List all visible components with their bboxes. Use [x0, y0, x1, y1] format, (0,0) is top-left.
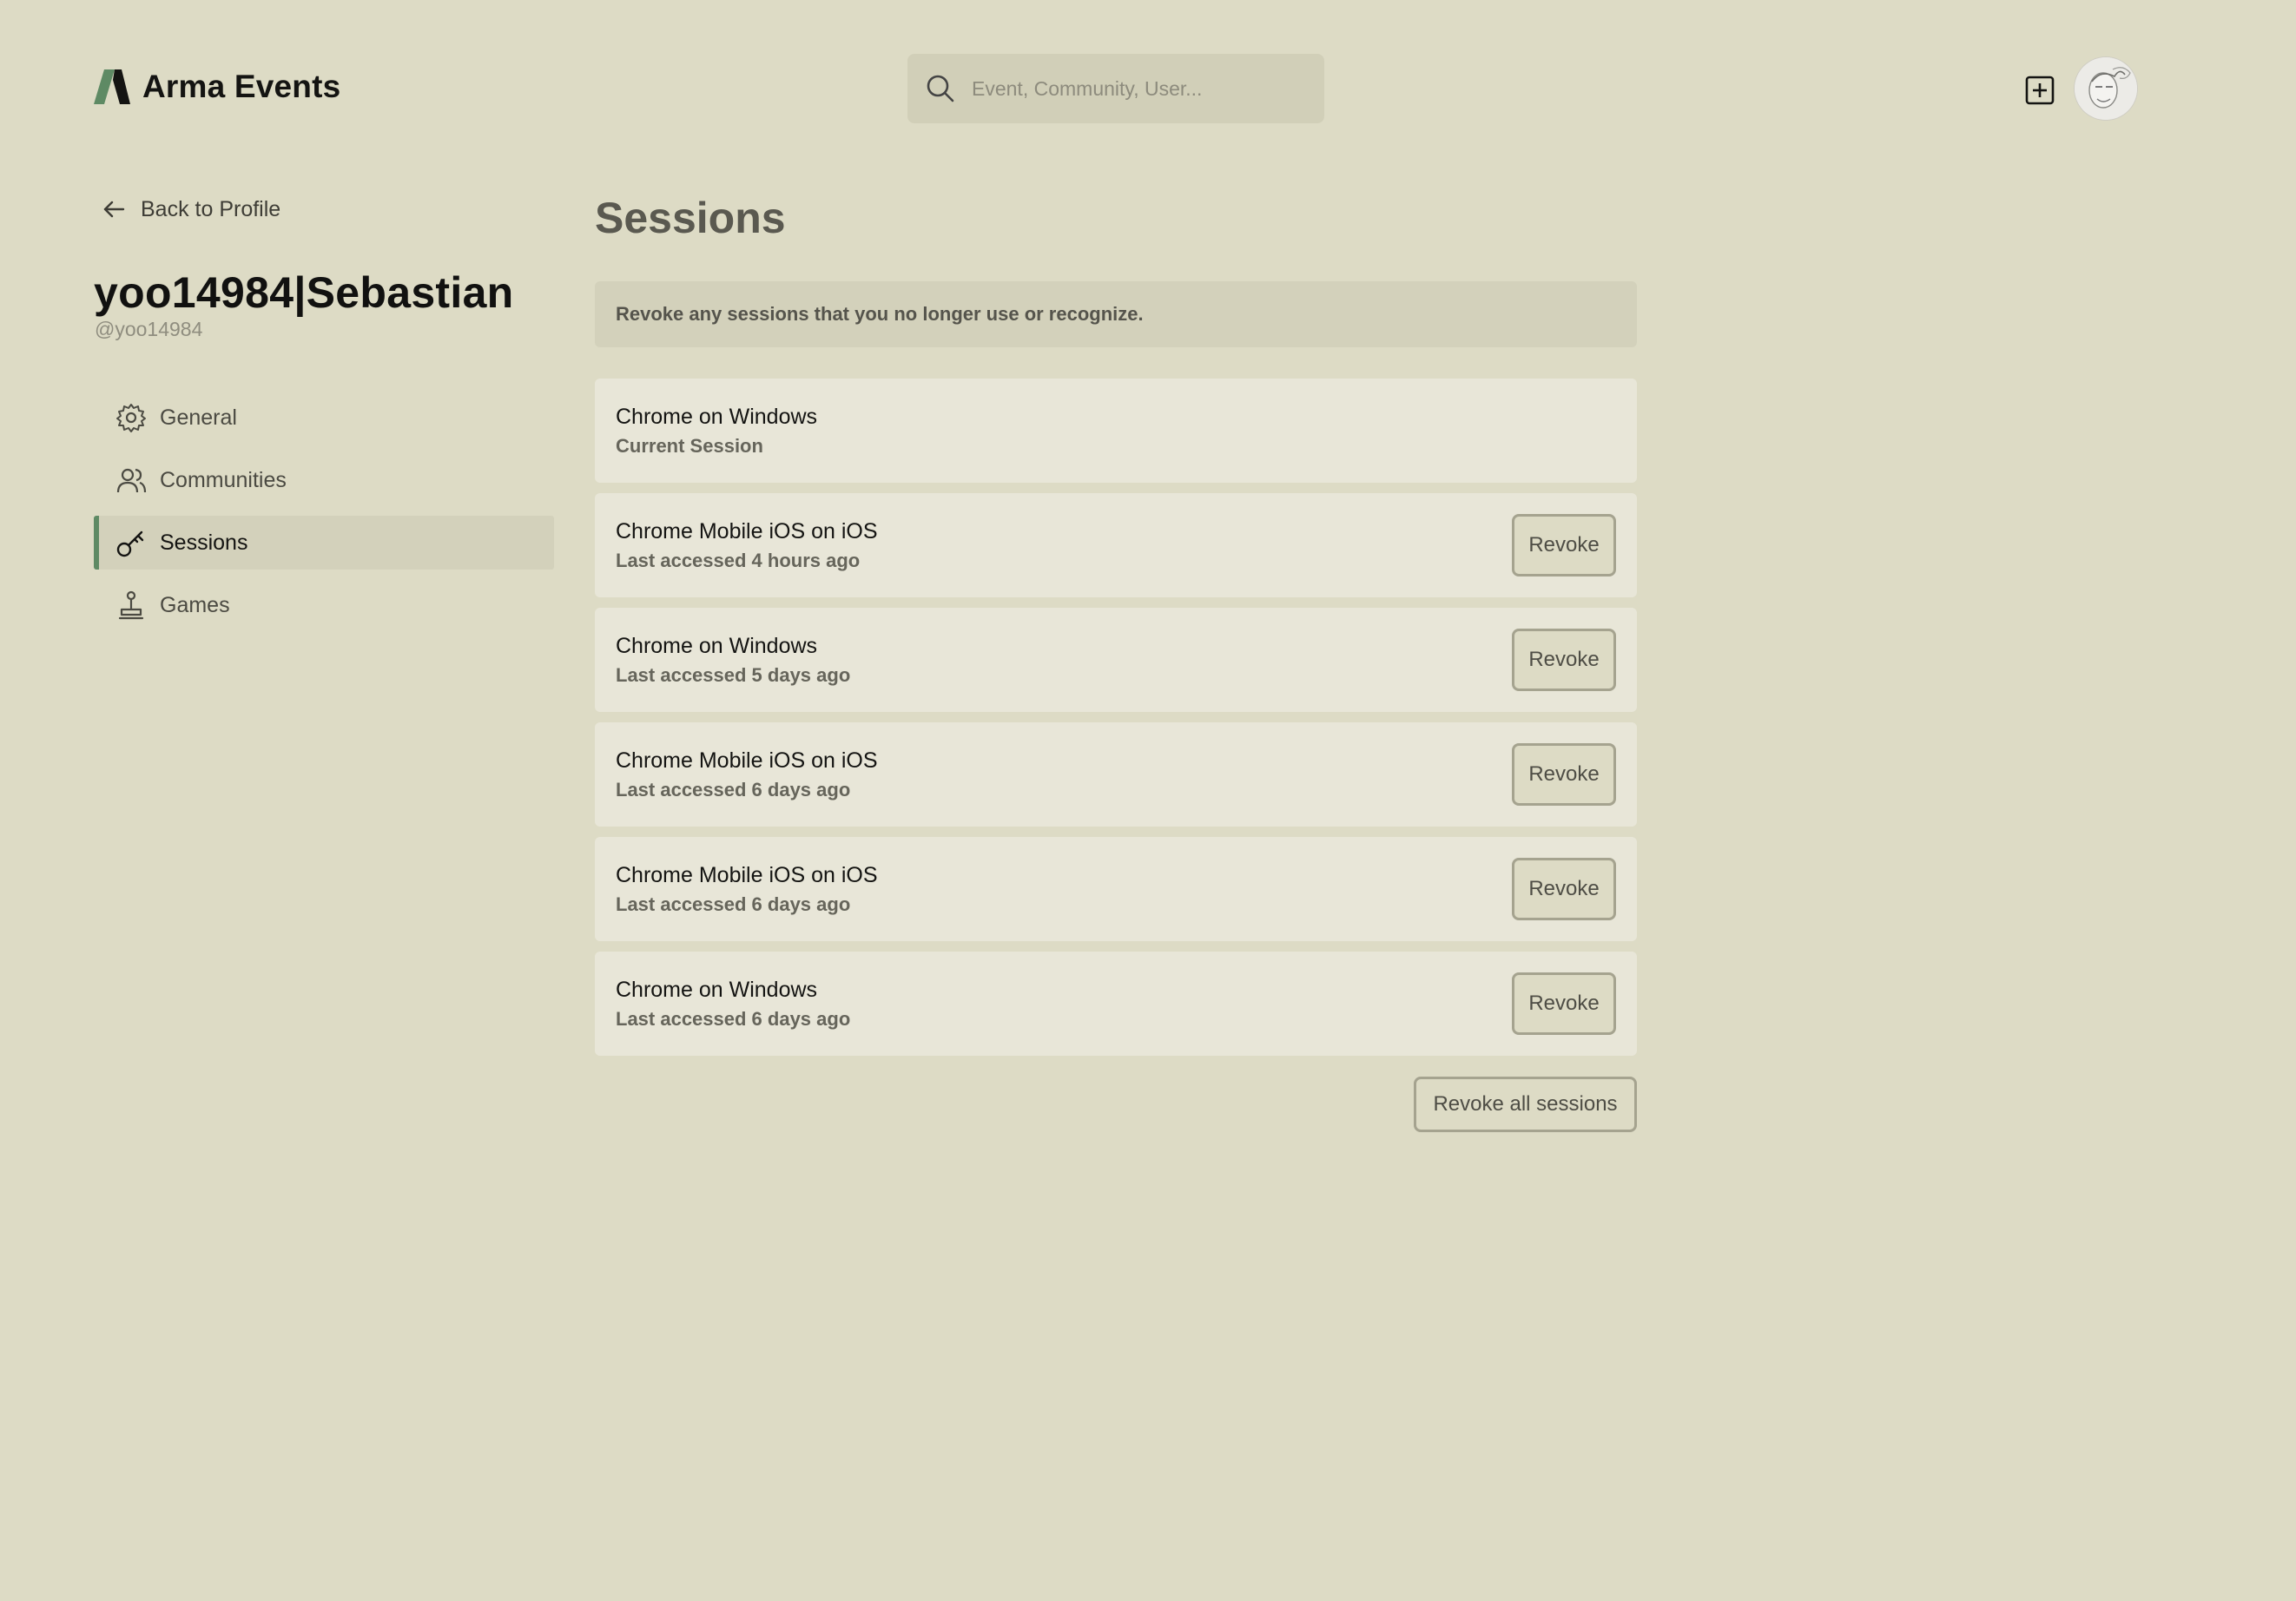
key-icon — [116, 530, 144, 557]
session-card: Chrome Mobile iOS on iOS Last accessed 4… — [595, 493, 1637, 597]
session-device: Chrome on Windows — [616, 404, 818, 429]
revoke-session-button[interactable]: Revoke — [1512, 858, 1616, 920]
plus-square-icon — [2025, 76, 2055, 105]
revoke-all-sessions-button[interactable]: Revoke all sessions — [1414, 1077, 1637, 1132]
back-link-label: Back to Profile — [141, 196, 281, 221]
session-device: Chrome Mobile iOS on iOS — [616, 518, 878, 544]
search-input[interactable] — [972, 76, 1302, 101]
sidebar-item-label: General — [160, 405, 237, 430]
session-card: Chrome Mobile iOS on iOS Last accessed 6… — [595, 837, 1637, 941]
users-icon — [116, 468, 147, 493]
sidebar-item-games[interactable]: Games — [94, 578, 554, 632]
revoke-session-button[interactable]: Revoke — [1512, 743, 1616, 806]
session-meta: Last accessed 5 days ago — [616, 663, 851, 686]
app-name: Arma Events — [142, 69, 341, 104]
sidebar-item-label: Sessions — [160, 530, 248, 555]
avatar[interactable] — [2075, 57, 2137, 120]
revoke-session-button[interactable]: Revoke — [1512, 629, 1616, 691]
sidebar-item-general[interactable]: General — [94, 391, 554, 445]
back-to-profile-link[interactable]: Back to Profile — [101, 196, 280, 222]
sidebar-item-communities[interactable]: Communities — [94, 453, 554, 507]
revoke-session-button[interactable]: Revoke — [1512, 514, 1616, 576]
joystick-icon — [118, 590, 144, 620]
search-icon — [927, 75, 954, 102]
create-button[interactable] — [2024, 75, 2055, 106]
session-device: Chrome on Windows — [616, 977, 818, 1002]
profile-handle: @yoo14984 — [95, 318, 203, 340]
session-meta: Last accessed 4 hours ago — [616, 549, 861, 571]
session-meta: Current Session — [616, 434, 763, 457]
page-title: Sessions — [595, 194, 786, 242]
profile-name: yoo14984|Sebastian — [94, 268, 514, 317]
session-device: Chrome Mobile iOS on iOS — [616, 862, 878, 887]
search-bar[interactable] — [907, 54, 1324, 123]
user-avatar-icon — [2075, 57, 2137, 120]
arrow-left-icon — [103, 201, 125, 218]
session-card-current: Chrome on Windows Current Session — [595, 379, 1637, 483]
sidebar-item-sessions[interactable]: Sessions — [94, 516, 554, 570]
session-meta: Last accessed 6 days ago — [616, 1007, 851, 1030]
sessions-list: Chrome on Windows Current Session Chrome… — [595, 379, 1637, 1066]
revoke-session-button[interactable]: Revoke — [1512, 972, 1616, 1035]
session-card: Chrome on Windows Last accessed 5 days a… — [595, 608, 1637, 712]
settings-nav: General Communities Sessions Games — [94, 391, 554, 641]
sidebar-item-label: Communities — [160, 467, 287, 492]
session-device: Chrome on Windows — [616, 633, 818, 658]
gear-icon — [116, 404, 146, 432]
sessions-info-banner: Revoke any sessions that you no longer u… — [595, 281, 1637, 347]
session-card: Chrome on Windows Last accessed 6 days a… — [595, 952, 1637, 1056]
app-logo[interactable]: Arma Events — [94, 66, 340, 108]
session-card: Chrome Mobile iOS on iOS Last accessed 6… — [595, 722, 1637, 827]
logo-icon — [94, 69, 130, 104]
sidebar-item-label: Games — [160, 592, 230, 617]
session-meta: Last accessed 6 days ago — [616, 778, 851, 800]
session-meta: Last accessed 6 days ago — [616, 893, 851, 915]
session-device: Chrome Mobile iOS on iOS — [616, 748, 878, 773]
